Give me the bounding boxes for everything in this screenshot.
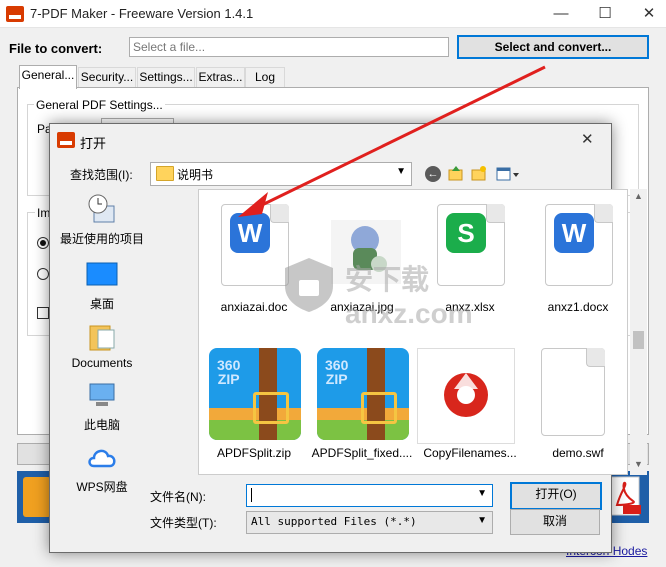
- annotation-arrow: [238, 65, 546, 217]
- tab-general[interactable]: General...: [19, 65, 77, 89]
